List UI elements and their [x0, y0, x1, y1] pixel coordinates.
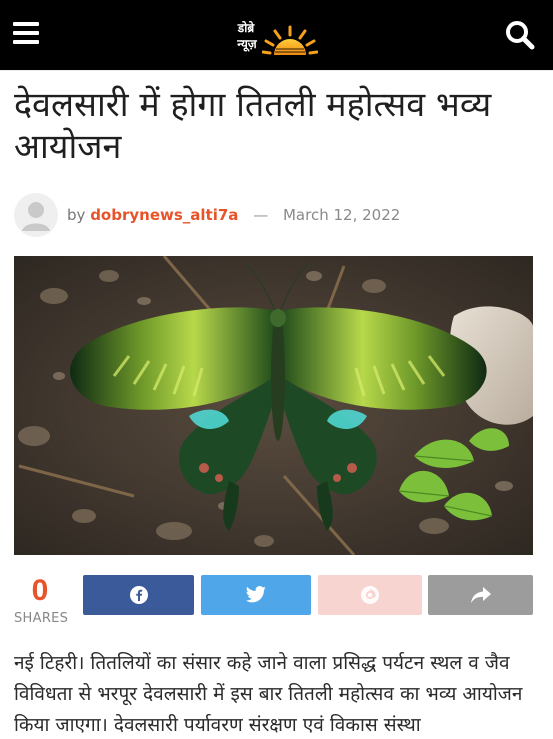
- menu-line: [13, 22, 39, 26]
- publish-date: March 12, 2022: [282, 206, 401, 224]
- logo-text-line2: न्यूज़: [237, 37, 257, 51]
- facebook-icon: [129, 586, 148, 604]
- article-byline: by dobrynews_alti7a — March 12, 2022: [67, 205, 400, 225]
- sun-logo-icon: [262, 25, 318, 55]
- menu-line: [13, 31, 39, 35]
- twitter-share-button[interactable]: [201, 575, 311, 615]
- author-link[interactable]: dobrynews_alti7a: [90, 206, 238, 224]
- email-icon: [361, 586, 379, 604]
- share-count-number: 0: [31, 574, 49, 607]
- header-divider: [0, 70, 553, 71]
- email-share-button[interactable]: [318, 575, 422, 615]
- hamburger-menu-icon[interactable]: [13, 22, 39, 44]
- site-logo[interactable]: डोब्रे न्यूज़: [226, 21, 318, 61]
- byline-prefix: by: [67, 206, 86, 224]
- logo-text-line1: डोब्रे: [237, 21, 255, 35]
- byline-separator: —: [253, 206, 269, 224]
- author-avatar[interactable]: [14, 193, 58, 237]
- twitter-icon: [245, 586, 266, 603]
- share-counter: 0 SHARES: [14, 574, 69, 627]
- article-title: देवलसारी में होगा तितली महोत्सव भव्य आयो…: [14, 85, 492, 167]
- article-body-text: नई टिहरी। तितलियों का संसार कहे जाने वाल…: [14, 652, 523, 736]
- user-silhouette-icon: [22, 202, 50, 231]
- search-icon[interactable]: [504, 19, 536, 51]
- top-navigation-bar: डोब्रे न्यूज़: [0, 0, 553, 70]
- share-arrow-icon: [470, 587, 491, 603]
- facebook-share-button[interactable]: [83, 575, 194, 615]
- featured-image-butterfly: [14, 256, 533, 555]
- more-share-button[interactable]: [428, 575, 533, 615]
- share-count-label: SHARES: [14, 611, 69, 626]
- menu-line: [13, 40, 39, 44]
